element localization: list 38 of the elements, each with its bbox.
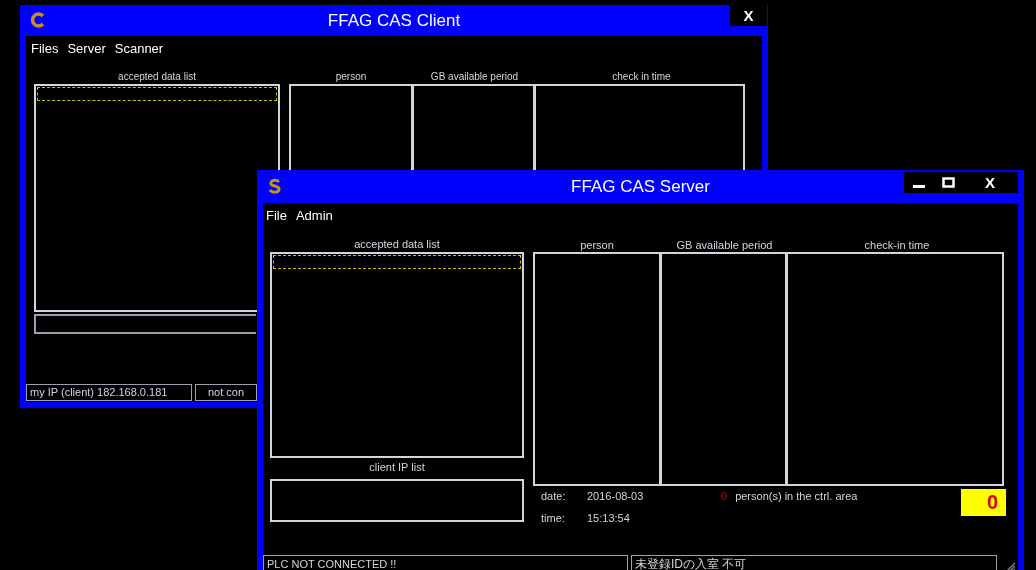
logo-icon: [30, 12, 46, 28]
maximize-icon: [941, 177, 955, 188]
menu-item[interactable]: Admin: [295, 206, 333, 225]
time-label: time:: [541, 510, 566, 526]
menu-item[interactable]: Server: [67, 39, 106, 58]
big-count: 0: [961, 489, 1006, 516]
date-value: 2016-08-03: [587, 489, 645, 504]
list-label: client IP list: [368, 460, 426, 475]
list-label: accepted data list: [353, 238, 441, 251]
minimize-button[interactable]: [904, 172, 934, 193]
status-field: my IP (client) 182.168.0.181: [26, 384, 192, 401]
menu-item[interactable]: File: [266, 206, 287, 225]
accepted-data-list[interactable]: [270, 252, 524, 458]
count-label: person(s) in the ctrl. area: [735, 489, 858, 504]
logo-icon: [267, 178, 283, 194]
column-header: GB available period: [675, 238, 774, 252]
input-field[interactable]: [34, 314, 256, 334]
menu-item[interactable]: Scanner: [114, 39, 164, 58]
window-title: FFAG CAS Server: [571, 175, 710, 198]
column-header: person: [334, 70, 368, 84]
minimize-icon: [913, 185, 925, 188]
time-value: 15:13:54: [587, 510, 631, 526]
window-title: FFAG CAS Client: [327, 9, 461, 32]
client-ip-list[interactable]: [270, 479, 524, 522]
close-button[interactable]: X: [962, 172, 1018, 193]
resize-grip-icon[interactable]: [1006, 561, 1016, 570]
list-label: accepted data list: [117, 70, 197, 84]
column-header: check in time: [611, 70, 672, 84]
date-label: date:: [541, 489, 567, 504]
close-button[interactable]: X: [730, 5, 767, 26]
person-count: 0: [721, 489, 728, 504]
menu-item[interactable]: Files: [31, 39, 59, 58]
status-field: 未登録IDの入室 不可: [631, 554, 997, 570]
column-header: person: [579, 238, 615, 252]
column-header: GB available period: [429, 70, 520, 84]
status-field: PLC NOT CONNECTED !!: [263, 554, 628, 570]
column-header: check-in time: [863, 238, 931, 252]
status-field: not con: [195, 384, 257, 401]
